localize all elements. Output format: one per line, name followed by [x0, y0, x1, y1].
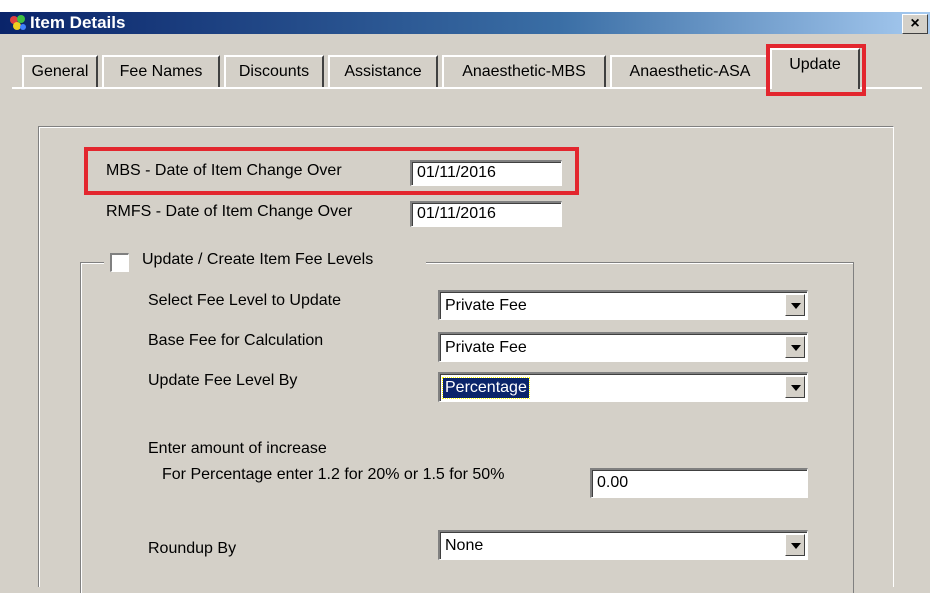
chevron-down-icon[interactable] — [785, 376, 805, 398]
window-title: Item Details — [30, 13, 126, 32]
fee-levels-group-label: Update / Create Item Fee Levels — [142, 251, 374, 268]
roundup-value: None — [445, 537, 484, 554]
update-fee-levels-checkbox[interactable] — [110, 253, 129, 272]
update-by-label: Update Fee Level By — [148, 372, 298, 389]
select-fee-level-value: Private Fee — [445, 297, 527, 314]
tab-anaesthetic-asa[interactable]: Anaesthetic-ASA — [610, 55, 770, 87]
tab-update[interactable]: Update — [770, 48, 860, 89]
tab-assistance[interactable]: Assistance — [328, 55, 438, 87]
tab-general[interactable]: General — [22, 55, 98, 87]
close-button[interactable]: × — [902, 14, 928, 34]
base-fee-dropdown[interactable]: Private Fee — [438, 332, 808, 362]
increase-heading: Enter amount of increase — [148, 440, 327, 457]
title-bar — [0, 0, 930, 34]
chevron-down-icon[interactable] — [785, 294, 805, 316]
base-fee-label: Base Fee for Calculation — [148, 332, 324, 349]
update-by-value: Percentage — [442, 377, 530, 399]
rmfs-date-label: RMFS - Date of Item Change Over — [106, 203, 353, 220]
base-fee-value: Private Fee — [445, 339, 527, 356]
increase-amount-field[interactable]: 0.00 — [590, 468, 808, 498]
rmfs-date-field[interactable]: 01/11/2016 — [410, 201, 562, 227]
select-fee-level-label: Select Fee Level to Update — [148, 292, 342, 309]
roundup-dropdown[interactable]: None — [438, 530, 808, 560]
app-icon — [10, 15, 26, 30]
chevron-down-icon[interactable] — [785, 534, 805, 556]
increase-hint: For Percentage enter 1.2 for 20% or 1.5 … — [162, 466, 505, 483]
select-fee-level-dropdown[interactable]: Private Fee — [438, 290, 808, 320]
tab-fee-names[interactable]: Fee Names — [102, 55, 220, 87]
update-by-dropdown[interactable]: Percentage — [438, 372, 808, 402]
tab-discounts[interactable]: Discounts — [224, 55, 324, 87]
mbs-date-highlight — [84, 147, 579, 195]
roundup-label: Roundup By — [148, 540, 237, 557]
chevron-down-icon[interactable] — [785, 336, 805, 358]
tab-anaesthetic-mbs[interactable]: Anaesthetic-MBS — [442, 55, 606, 87]
